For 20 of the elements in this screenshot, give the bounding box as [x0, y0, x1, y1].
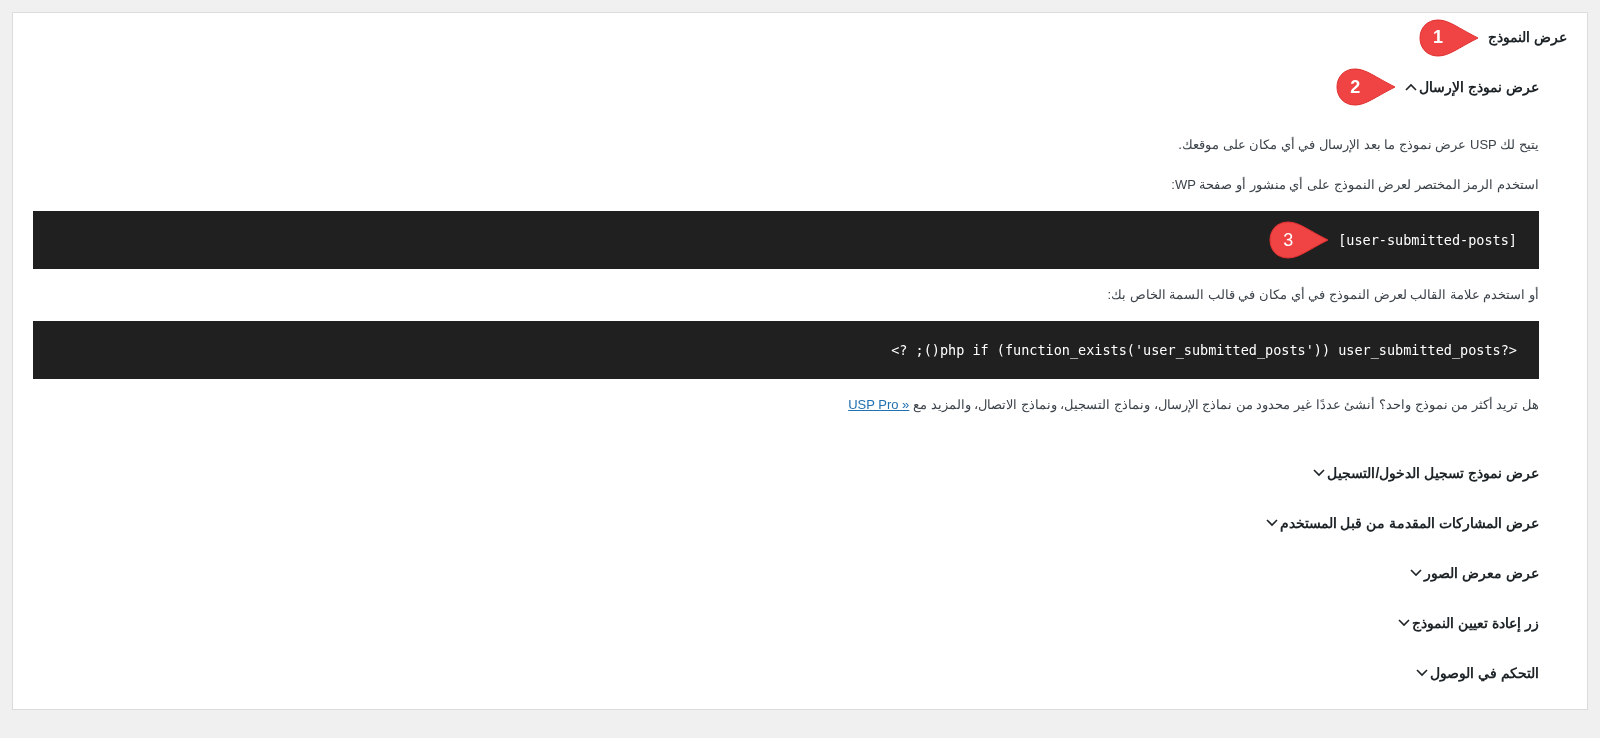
code-text: [user-submitted-posts] [1338, 230, 1517, 250]
callout-marker: 1 [1418, 17, 1481, 58]
callout-marker: 3 [1268, 220, 1331, 260]
description-text: يتيح لك USP عرض نموذج ما بعد الإرسال في أي مكان على موقعك. [1177, 136, 1539, 154]
section-toggle[interactable]: التحكم في الوصول [1416, 661, 1539, 685]
caret-down-icon [1416, 669, 1429, 677]
section-toggle[interactable]: عرض نموذج تسجيل الدخول/التسجيل [1313, 461, 1539, 485]
caret-down-icon [1398, 619, 1411, 627]
code-text: <? ;()php if (function_exists('user_submitted_posts')) user_submitted_posts?> [891, 340, 1517, 361]
description-text: أو استخدم علامة القالب لعرض النموذج في أي مكان في قالب السمة الخاص بك: [1106, 286, 1539, 304]
description-text: استخدم الرمز المختصر لعرض النموذج على أي منشور أو صفحة WP: [1170, 176, 1539, 194]
section-toggle[interactable]: عرض المشاركات المقدمة من قبل المستخدم [1265, 511, 1539, 535]
caret-down-icon [1313, 469, 1326, 477]
caret-down-icon [1265, 519, 1278, 527]
pro-link[interactable]: USP Pro » [848, 397, 910, 412]
section-toggle[interactable]: زر إعادة تعيين النموذج [1398, 611, 1539, 635]
section-toggle[interactable]: عرض معرض الصور [1410, 561, 1539, 585]
caret-up-icon [1405, 83, 1418, 91]
callout-marker: 2 [1335, 67, 1398, 107]
caret-down-icon [1410, 569, 1423, 577]
